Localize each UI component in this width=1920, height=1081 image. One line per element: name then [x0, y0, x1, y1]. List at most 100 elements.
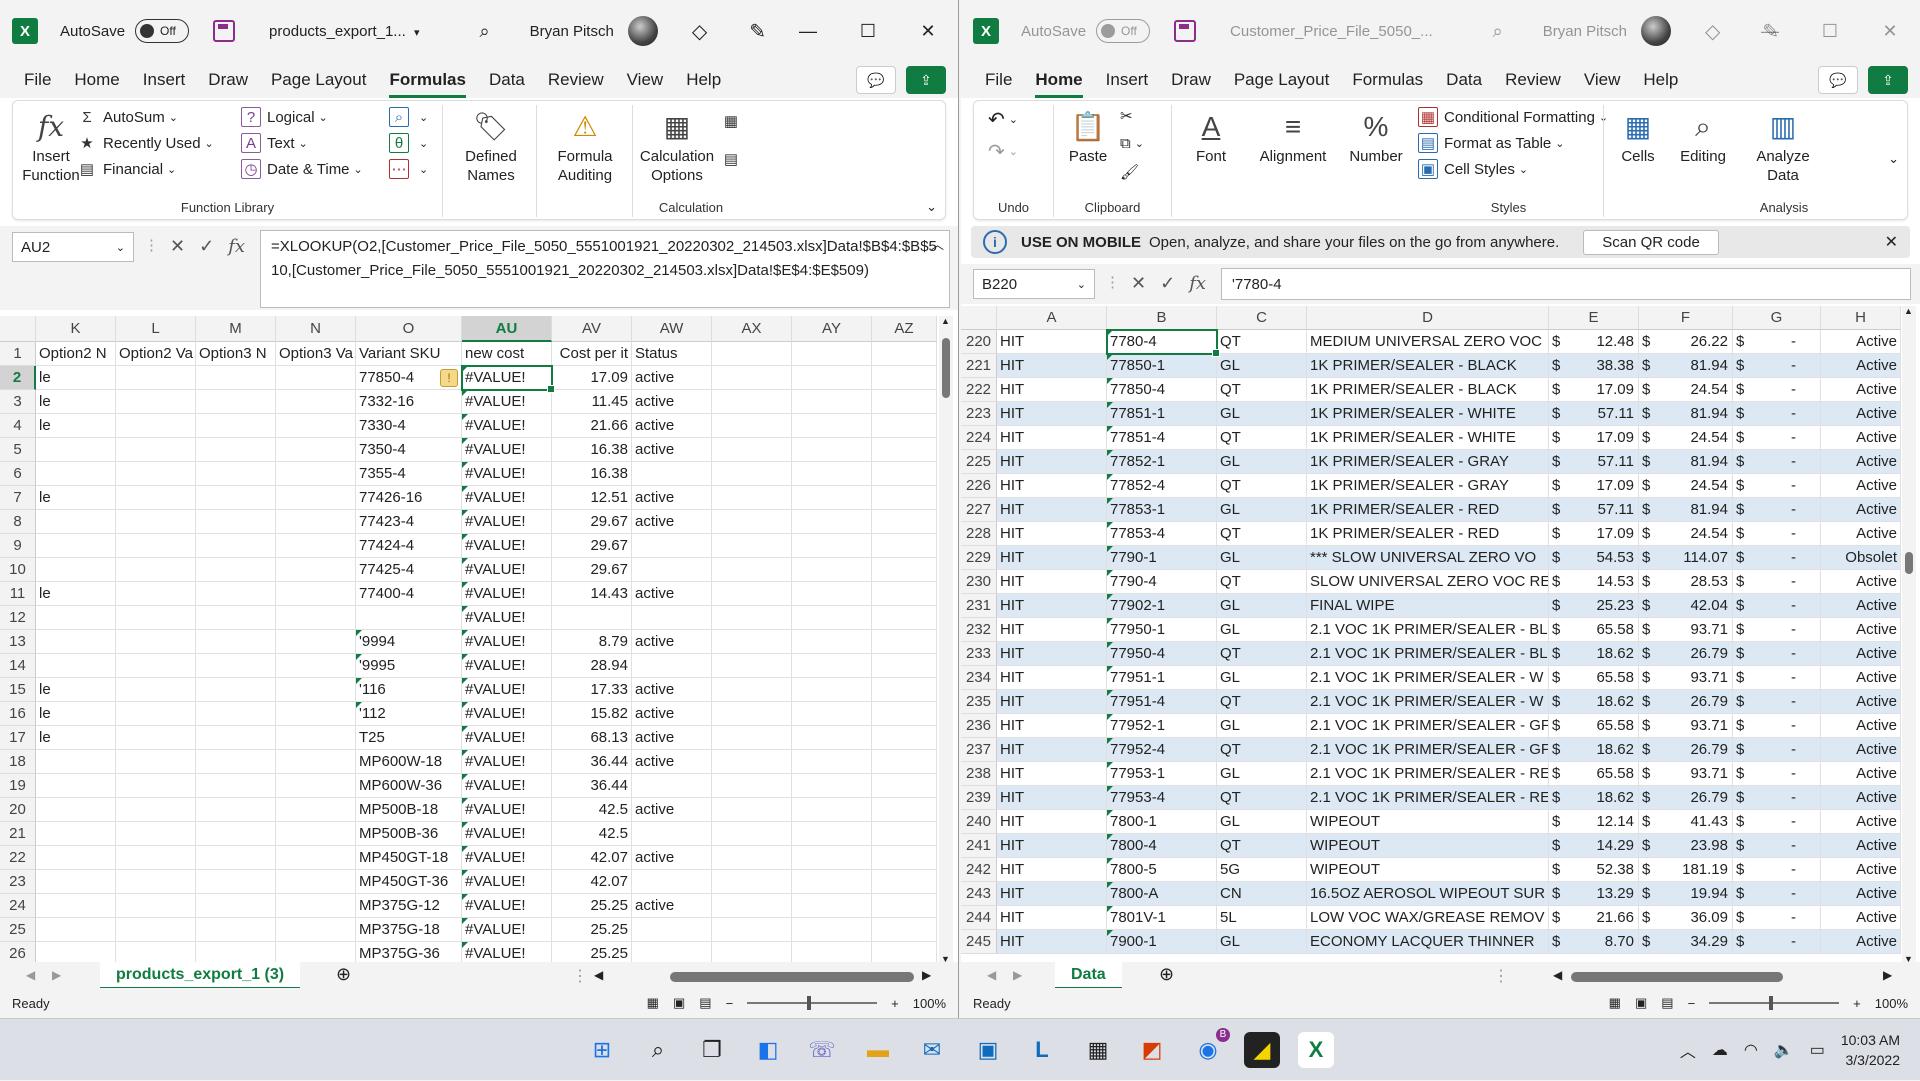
cell[interactable] — [276, 678, 356, 702]
column-header[interactable]: C — [1217, 306, 1307, 330]
cell[interactable]: 77426-16 — [356, 486, 462, 510]
cell[interactable]: HIT — [997, 378, 1107, 402]
cell[interactable]: Variant SKU — [356, 342, 462, 366]
cell[interactable]: $18.62 — [1549, 642, 1639, 666]
cell[interactable]: Option3 Va — [276, 342, 356, 366]
cell[interactable] — [36, 606, 116, 630]
close-icon[interactable]: ✕ — [1885, 232, 1898, 252]
cell[interactable]: $28.53 — [1639, 570, 1733, 594]
cell[interactable]: 42.5 — [552, 822, 632, 846]
cell[interactable]: LOW VOC WAX/GREASE REMOV — [1307, 906, 1549, 930]
cell[interactable]: $ - — [1733, 690, 1821, 714]
cell[interactable] — [116, 726, 196, 750]
cell[interactable] — [36, 510, 116, 534]
cell[interactable] — [276, 582, 356, 606]
diamond-icon[interactable]: ◇ — [1705, 19, 1720, 44]
cell[interactable] — [36, 894, 116, 918]
cell[interactable]: 7330-4 — [356, 414, 462, 438]
column-header[interactable]: H — [1821, 306, 1901, 330]
cell[interactable] — [116, 654, 196, 678]
cell[interactable] — [792, 798, 872, 822]
cell[interactable]: #VALUE! — [462, 726, 552, 750]
cell[interactable]: $23.98 — [1639, 834, 1733, 858]
cell[interactable]: $26.79 — [1639, 690, 1733, 714]
cell[interactable]: $13.29 — [1549, 882, 1639, 906]
row-header[interactable]: 1 — [0, 342, 36, 366]
cell[interactable] — [36, 534, 116, 558]
chrome-icon[interactable]: ◉ B — [1190, 1028, 1230, 1068]
prev-sheet-icon[interactable]: ◀ — [987, 968, 996, 982]
cell[interactable]: 2.1 VOC 1K PRIMER/SEALER - GF — [1307, 738, 1549, 762]
cell[interactable] — [712, 678, 792, 702]
cell[interactable] — [356, 606, 462, 630]
cell[interactable]: #VALUE! — [462, 414, 552, 438]
cell[interactable]: 17.33 — [552, 678, 632, 702]
cell[interactable]: QT — [1217, 642, 1307, 666]
cell[interactable]: $ - — [1733, 930, 1821, 954]
tab-file[interactable]: File — [24, 64, 51, 96]
zoom-level[interactable]: 100% — [913, 996, 946, 1011]
cell[interactable]: FINAL WIPE — [1307, 594, 1549, 618]
cell[interactable]: CN — [1217, 882, 1307, 906]
horizontal-scroll-thumb[interactable] — [670, 972, 914, 982]
cell[interactable]: GL — [1217, 402, 1307, 426]
cell[interactable]: active — [632, 726, 712, 750]
cell[interactable]: $81.94 — [1639, 402, 1733, 426]
cell[interactable] — [116, 798, 196, 822]
cell[interactable]: 16.38 — [552, 462, 632, 486]
cell[interactable]: $ - — [1733, 906, 1821, 930]
cell[interactable]: $ - — [1733, 858, 1821, 882]
cell[interactable]: GL — [1217, 666, 1307, 690]
cell[interactable]: HIT — [997, 498, 1107, 522]
cell[interactable] — [712, 702, 792, 726]
cell[interactable] — [712, 510, 792, 534]
cell[interactable]: HIT — [997, 330, 1107, 354]
cell[interactable] — [792, 750, 872, 774]
cell[interactable] — [872, 486, 937, 510]
tab-help[interactable]: Help — [1643, 64, 1678, 96]
column-header[interactable]: AY — [792, 316, 872, 342]
column-header[interactable]: AZ — [872, 316, 937, 342]
column-header[interactable]: L — [116, 316, 196, 342]
zoom-out-icon[interactable]: − — [1688, 996, 1696, 1011]
cell[interactable]: MP500B-18 — [356, 798, 462, 822]
cell[interactable] — [872, 846, 937, 870]
cell[interactable]: HIT — [997, 714, 1107, 738]
cell[interactable]: Option3 N — [196, 342, 276, 366]
cell[interactable]: HIT — [997, 882, 1107, 906]
cell[interactable]: MP600W-18 — [356, 750, 462, 774]
name-box[interactable]: B220 ⌄ — [973, 269, 1095, 299]
cell[interactable] — [276, 846, 356, 870]
row-header[interactable]: 240 — [961, 810, 997, 834]
cell[interactable]: $ - — [1733, 882, 1821, 906]
cell[interactable] — [872, 702, 937, 726]
cell[interactable]: 2.1 VOC 1K PRIMER/SEALER - RE — [1307, 762, 1549, 786]
cell[interactable] — [116, 558, 196, 582]
cell[interactable]: GL — [1217, 762, 1307, 786]
row-header[interactable]: 244 — [961, 906, 997, 930]
cell[interactable] — [712, 366, 792, 390]
cell[interactable]: HIT — [997, 474, 1107, 498]
cell[interactable]: $24.54 — [1639, 474, 1733, 498]
cell[interactable]: '9994 — [356, 630, 462, 654]
cell[interactable]: $26.22 — [1639, 330, 1733, 354]
cell[interactable] — [792, 342, 872, 366]
cell[interactable]: HIT — [997, 858, 1107, 882]
cell[interactable]: $36.09 — [1639, 906, 1733, 930]
cell[interactable] — [872, 438, 937, 462]
cell[interactable] — [792, 774, 872, 798]
cell[interactable] — [196, 534, 276, 558]
cell[interactable] — [712, 774, 792, 798]
cell[interactable]: GL — [1217, 618, 1307, 642]
cell[interactable]: Active — [1821, 834, 1901, 858]
cell[interactable] — [872, 774, 937, 798]
insert-function-icon[interactable]: fx — [228, 236, 245, 257]
row-header[interactable]: 20 — [0, 798, 36, 822]
row-header[interactable]: 229 — [961, 546, 997, 570]
cell[interactable]: $24.54 — [1639, 378, 1733, 402]
column-header[interactable]: O — [356, 316, 462, 342]
cell[interactable]: HIT — [997, 738, 1107, 762]
cell[interactable]: $ - — [1733, 786, 1821, 810]
cell[interactable]: HIT — [997, 690, 1107, 714]
cell[interactable]: active — [632, 414, 712, 438]
